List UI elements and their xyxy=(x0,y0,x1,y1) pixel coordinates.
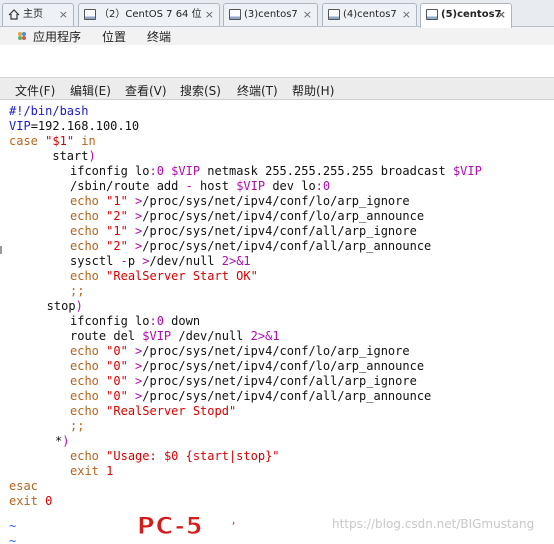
code-line: case "$1" in xyxy=(9,134,96,148)
tab-home[interactable]: 主页 × xyxy=(2,3,74,26)
code-line: sysctl -p >/dev/null 2>&1 xyxy=(70,254,251,268)
menu-edit[interactable]: 编辑(E) xyxy=(70,82,111,99)
tab-vm-5[interactable]: (5)centos7 × xyxy=(420,3,512,28)
code-line: start) xyxy=(9,149,96,163)
code-line: stop) xyxy=(25,299,83,313)
code-line: echo "2" >/proc/sys/net/ipv4/conf/all/ar… xyxy=(70,239,432,253)
code-line: *) xyxy=(55,434,70,448)
empty-line-marker: ~ xyxy=(9,519,17,533)
code-line: echo "Usage: $0 {start|stop}" xyxy=(70,449,280,463)
terminal-text-area[interactable]: #!/bin/bash VIP=192.168.100.10 case "$1"… xyxy=(0,101,554,544)
home-icon xyxy=(8,9,20,20)
code-line: #!/bin/bash xyxy=(9,104,89,118)
window-titlebar-area xyxy=(0,45,554,78)
code-line: ifconfig lo:0 $VIP netmask 255.255.255.2… xyxy=(70,164,482,178)
terminal-menubar: 文件(F) 编辑(E) 查看(V) 搜索(S) 终端(T) 帮助(H) xyxy=(0,78,554,100)
code-line: echo "0" >/proc/sys/net/ipv4/conf/all/ar… xyxy=(70,374,417,388)
applications-icon xyxy=(18,32,26,40)
close-icon[interactable]: × xyxy=(303,4,312,25)
close-icon[interactable]: × xyxy=(59,4,68,25)
tab-label: （2）CentOS 7 64 位 xyxy=(99,9,202,20)
vm-icon xyxy=(229,9,241,20)
code-line: VIP=192.168.100.10 xyxy=(9,119,140,133)
code-line: ifconfig lo:0 down xyxy=(70,314,201,328)
vm-tab-bar: 主页 × （2）CentOS 7 64 位 × (3)centos7 × (4)… xyxy=(0,0,554,28)
tab-vm-4[interactable]: (4)centos7 × xyxy=(322,3,417,26)
code-line: echo "0" >/proc/sys/net/ipv4/conf/lo/arp… xyxy=(70,359,425,373)
code-line: ;; xyxy=(70,419,85,433)
overlay-caption: PC-5同样设置 xyxy=(136,512,304,541)
tab-label: (5)centos7 xyxy=(441,9,502,20)
code-line: echo "RealServer Stopd" xyxy=(70,404,237,418)
code-line: route del $VIP /dev/null 2>&1 xyxy=(70,329,280,343)
tab-label: (4)centos7 xyxy=(343,9,397,20)
code-line: exit 0 xyxy=(9,494,53,508)
tab-label: (3)centos7 xyxy=(244,9,298,20)
vm-icon xyxy=(426,9,438,20)
close-icon[interactable]: × xyxy=(205,4,214,25)
tab-vm-3[interactable]: (3)centos7 × xyxy=(223,3,318,26)
code-line: ;; xyxy=(70,284,85,298)
code-line: echo "1" >/proc/sys/net/ipv4/conf/lo/arp… xyxy=(70,194,410,208)
menu-applications[interactable]: 应用程序 xyxy=(33,28,81,45)
code-line: echo "1" >/proc/sys/net/ipv4/conf/all/ar… xyxy=(70,224,417,238)
code-line: esac xyxy=(9,479,38,493)
menu-terminal[interactable]: 终端 xyxy=(147,28,171,45)
code-line: echo "RealServer Start OK" xyxy=(70,269,258,283)
close-icon[interactable]: × xyxy=(497,4,506,25)
gnome-top-panel: 应用程序 位置 终端 xyxy=(0,27,554,45)
tab-label: 主页 xyxy=(23,9,43,20)
vm-icon xyxy=(84,9,96,20)
code-line: echo "2" >/proc/sys/net/ipv4/conf/lo/arp… xyxy=(70,209,425,223)
empty-line-marker: ~ xyxy=(9,534,17,544)
code-line: exit 1 xyxy=(70,464,114,478)
watermark: https://blog.csdn.net/BIGmustang xyxy=(332,517,535,531)
menu-view[interactable]: 查看(V) xyxy=(125,82,167,99)
vm-icon xyxy=(328,9,340,20)
menu-places[interactable]: 位置 xyxy=(102,28,126,45)
menu-search[interactable]: 搜索(S) xyxy=(180,82,221,99)
tab-vm-2[interactable]: （2）CentOS 7 64 位 × xyxy=(78,3,220,26)
window-edge-marker xyxy=(0,246,3,254)
code-line: echo "0" >/proc/sys/net/ipv4/conf/lo/arp… xyxy=(70,344,410,358)
code-line: /sbin/route add - host $VIP dev lo:0 xyxy=(70,179,331,193)
close-icon[interactable]: × xyxy=(402,4,411,25)
menu-file[interactable]: 文件(F) xyxy=(15,82,55,99)
code-line: echo "0" >/proc/sys/net/ipv4/conf/all/ar… xyxy=(70,389,432,403)
menu-terminal-tab[interactable]: 终端(T) xyxy=(237,82,278,99)
menu-help[interactable]: 帮助(H) xyxy=(292,82,334,99)
